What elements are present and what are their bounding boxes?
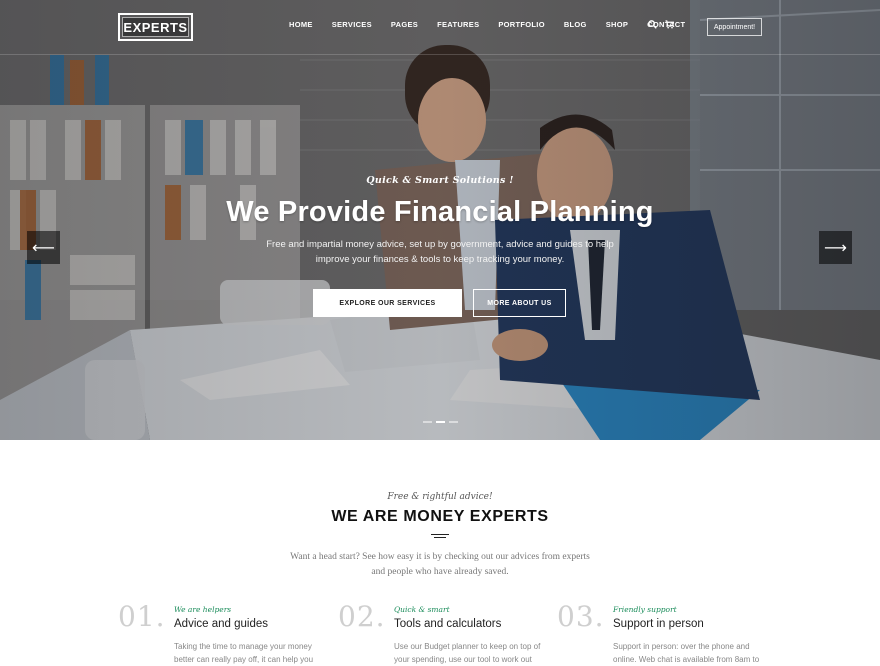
slider-pagination (423, 421, 458, 423)
site-logo[interactable]: EXPERTS (118, 13, 193, 41)
divider-line (431, 534, 449, 535)
hero-title: We Provide Financial Planning (226, 196, 654, 228)
section-kicker: Free & rightful advice! (387, 492, 493, 502)
feature-title[interactable]: Tools and calculators (394, 618, 501, 630)
nav-item-features[interactable]: FEATURES (437, 20, 479, 29)
slider-dot[interactable] (449, 421, 458, 423)
divider-line (434, 537, 446, 538)
feature-title[interactable]: Advice and guides (174, 618, 268, 630)
nav-item-pages[interactable]: PAGES (391, 20, 418, 29)
nav-item-home[interactable]: HOME (289, 20, 313, 29)
main-nav: HOME SERVICES PAGES FEATURES PORTFOLIO B… (289, 20, 704, 29)
slider-prev-arrow-icon[interactable]: ⟵ (27, 231, 60, 264)
about-section: Free & rightful advice! WE ARE MONEY EXP… (0, 440, 880, 664)
nav-item-portfolio[interactable]: PORTFOLIO (498, 20, 544, 29)
feature-text: Support in person: over the phone and on… (613, 642, 760, 664)
feature-number: 01. (118, 600, 166, 633)
feature-number: 03. (557, 600, 605, 633)
search-icon[interactable] (648, 20, 657, 31)
section-description-line: Want a head start? See how easy it is by… (290, 552, 590, 562)
section-description-line: and people who have already saved. (371, 567, 509, 577)
title-divider (431, 534, 449, 540)
logo-text: EXPERTS (122, 17, 189, 37)
feature-support: 03. Friendly support Support in person S… (557, 600, 767, 664)
feature-title[interactable]: Support in person (613, 618, 704, 630)
hero-description: Free and impartial money advice, set up … (0, 237, 880, 267)
feature-kicker: Quick & smart (394, 605, 450, 614)
site-header: EXPERTS HOME SERVICES PAGES FEATURES POR… (0, 0, 880, 55)
feature-text: Taking the time to manage your money bet… (174, 642, 314, 664)
slider-next-arrow-icon[interactable]: ⟶ (819, 231, 852, 264)
nav-item-shop[interactable]: SHOP (606, 20, 628, 29)
slider-dot[interactable] (423, 421, 432, 423)
hero-description-line: improve your finances & tools to keep tr… (315, 254, 565, 265)
feature-text: Use our Budget planner to keep on top of… (394, 642, 541, 664)
slider-dot-active[interactable] (436, 421, 445, 423)
more-about-us-button[interactable]: MORE ABOUT US (473, 289, 566, 317)
nav-item-blog[interactable]: BLOG (564, 20, 587, 29)
appointment-button[interactable]: Appointment! (707, 18, 762, 36)
feature-kicker: We are helpers (174, 605, 232, 614)
hero-kicker: Quick & Smart Solutions ! (366, 175, 514, 186)
section-description: Want a head start? See how easy it is by… (0, 550, 880, 580)
hero-description-line: Free and impartial money advice, set up … (266, 239, 614, 250)
feature-number: 02. (338, 600, 386, 633)
feature-kicker: Friendly support (613, 605, 677, 614)
nav-item-services[interactable]: SERVICES (332, 20, 372, 29)
feature-advice: 01. We are helpers Advice and guides Tak… (118, 600, 328, 664)
cart-icon[interactable] (665, 20, 675, 31)
explore-services-button[interactable]: EXPLORE OUR SERVICES (313, 289, 462, 317)
hero-slider: EXPERTS HOME SERVICES PAGES FEATURES POR… (0, 0, 880, 440)
feature-tools: 02. Quick & smart Tools and calculators … (338, 600, 548, 664)
section-title: WE ARE MONEY EXPERTS (331, 508, 549, 525)
